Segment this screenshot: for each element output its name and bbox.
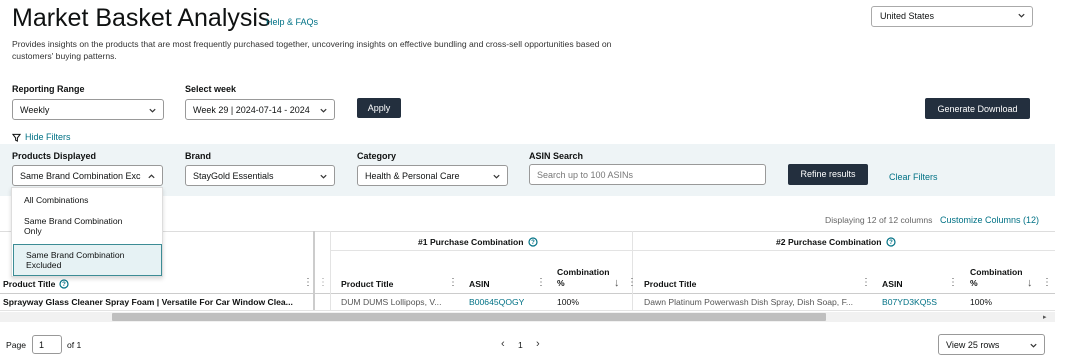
chevron-down-icon: [1018, 13, 1025, 18]
cell-p2-title: Dawn Platinum Powerwash Dish Spray, Dish…: [644, 297, 854, 307]
frozen-column-divider: [313, 231, 315, 310]
columns-count: Displaying 12 of 12 columns: [825, 215, 933, 225]
column-header-p1-combination[interactable]: Combination %: [557, 267, 610, 289]
cell-p2-combination: 100%: [970, 297, 992, 307]
column-menu-icon[interactable]: ⋮: [318, 277, 328, 288]
generate-download-button[interactable]: Generate Download: [925, 98, 1030, 119]
menu-item-same-brand-only[interactable]: Same Brand Combination Only: [12, 216, 132, 236]
cell-p1-asin[interactable]: B00645QOGY: [469, 297, 524, 307]
cell-product-title: Sprayway Glass Cleaner Spray Foam | Vers…: [3, 297, 293, 307]
products-displayed-select[interactable]: Same Brand Combination Exc: [12, 165, 163, 186]
group-header-divider: [330, 250, 1055, 251]
page-input[interactable]: 1: [32, 335, 62, 354]
rows-per-page-value: View 25 rows: [946, 340, 1000, 350]
group-header-2: #2 Purchase Combination ?: [776, 237, 896, 247]
chevron-up-icon: [147, 172, 156, 181]
header-bottom-border: [0, 293, 1055, 294]
svg-text:?: ?: [531, 240, 535, 246]
column-menu-icon[interactable]: ⋮: [303, 277, 313, 288]
help-link[interactable]: Help & FAQs: [266, 17, 318, 27]
chevron-down-icon: [1030, 343, 1037, 348]
scrollbar-thumb[interactable]: [112, 313, 826, 321]
brand-select[interactable]: StayGold Essentials: [185, 165, 335, 186]
hide-filters-label: Hide Filters: [25, 132, 71, 142]
column-divider: [632, 231, 633, 310]
refine-results-button[interactable]: Refine results: [788, 164, 868, 185]
menu-item-all-combinations[interactable]: All Combinations: [12, 195, 162, 205]
help-icon[interactable]: ?: [59, 279, 69, 289]
column-menu-icon[interactable]: ⋮: [448, 277, 458, 288]
menu-item-label: Same Brand Combination Excluded: [26, 250, 125, 270]
scroll-right-icon[interactable]: ▸: [1043, 313, 1047, 321]
svg-text:?: ?: [63, 282, 67, 288]
cell-p1-combination: 100%: [557, 297, 579, 307]
cell-p1-title: DUM DUMS Lollipops, V...: [341, 297, 442, 307]
column-menu-icon[interactable]: ⋮: [536, 277, 546, 288]
asin-search-placeholder: Search up to 100 ASINs: [537, 170, 634, 180]
clear-filters-link[interactable]: Clear Filters: [889, 172, 938, 182]
chevron-down-icon: [319, 106, 328, 115]
chevron-down-icon: [149, 108, 156, 113]
column-header-p1-title[interactable]: Product Title: [341, 279, 393, 289]
products-displayed-menu: All Combinations Same Brand Combination …: [11, 187, 163, 277]
column-menu-icon[interactable]: ⋮: [861, 277, 871, 288]
group-header-1: #1 Purchase Combination ?: [418, 237, 538, 247]
hide-filters-toggle[interactable]: Hide Filters: [12, 132, 71, 142]
column-menu-icon[interactable]: ⋮: [627, 277, 637, 288]
column-header-p2-combination[interactable]: Combination %: [970, 267, 1026, 289]
page-label: Page: [6, 340, 27, 350]
prev-page-icon[interactable]: ‹: [501, 338, 505, 350]
asin-search-label: ASIN Search: [529, 151, 584, 161]
page-description: Provides insights on the products that a…: [12, 39, 612, 61]
chevron-down-icon: [320, 174, 327, 179]
reporting-range-value: Weekly: [20, 105, 50, 115]
customize-columns-link[interactable]: Customize Columns (12): [940, 215, 1039, 225]
category-value: Health & Personal Care: [365, 171, 460, 181]
column-header-product-title[interactable]: Product Title ?: [3, 279, 69, 289]
page-total: of 1: [67, 340, 82, 350]
brand-label: Brand: [185, 151, 212, 161]
brand-value: StayGold Essentials: [193, 171, 274, 181]
next-page-icon[interactable]: ›: [536, 338, 540, 350]
chevron-down-icon: [493, 174, 500, 179]
column-menu-icon[interactable]: ⋮: [1042, 277, 1052, 288]
column-menu-icon[interactable]: ⋮: [948, 277, 958, 288]
country-select[interactable]: United States: [871, 6, 1033, 27]
column-divider: [330, 231, 331, 310]
column-header-label: Product Title: [3, 279, 56, 289]
reporting-range-select[interactable]: Weekly: [12, 99, 164, 120]
group-header-1-label: #1 Purchase Combination: [418, 237, 524, 247]
rows-per-page-select[interactable]: View 25 rows: [938, 334, 1045, 355]
apply-button[interactable]: Apply: [357, 98, 401, 118]
menu-item-same-brand-excluded[interactable]: Same Brand Combination Excluded: [13, 244, 162, 276]
select-week-value: Week 29 | 2024-07-14 - 2024: [193, 105, 310, 115]
products-displayed-label: Products Displayed: [12, 151, 97, 161]
country-value: United States: [880, 11, 935, 21]
svg-text:?: ?: [889, 240, 893, 246]
select-week-select[interactable]: Week 29 | 2024-07-14 - 2024: [185, 99, 335, 120]
filter-icon: [12, 133, 21, 142]
group-header-2-label: #2 Purchase Combination: [776, 237, 882, 247]
column-header-p2-asin[interactable]: ASIN: [882, 279, 903, 289]
sort-arrow-icon[interactable]: ↓: [614, 277, 620, 289]
reporting-range-label: Reporting Range: [12, 84, 85, 94]
asin-search-input[interactable]: Search up to 100 ASINs: [529, 164, 766, 185]
page-value: 1: [39, 340, 45, 350]
products-displayed-value: Same Brand Combination Exc: [20, 171, 141, 181]
cell-p2-asin[interactable]: B07YD3KQ5S: [882, 297, 937, 307]
row-bottom-border: [0, 310, 1055, 311]
column-header-p1-asin[interactable]: ASIN: [469, 279, 490, 289]
sort-arrow-icon[interactable]: ↓: [1027, 277, 1033, 289]
help-icon[interactable]: ?: [885, 237, 896, 247]
help-icon[interactable]: ?: [527, 237, 538, 247]
category-label: Category: [357, 151, 397, 161]
category-select[interactable]: Health & Personal Care: [357, 165, 508, 186]
column-header-p2-title[interactable]: Product Title: [644, 279, 696, 289]
current-page: 1: [518, 340, 523, 350]
page-title: Market Basket Analysis: [12, 4, 271, 32]
select-week-label: Select week: [185, 84, 237, 94]
